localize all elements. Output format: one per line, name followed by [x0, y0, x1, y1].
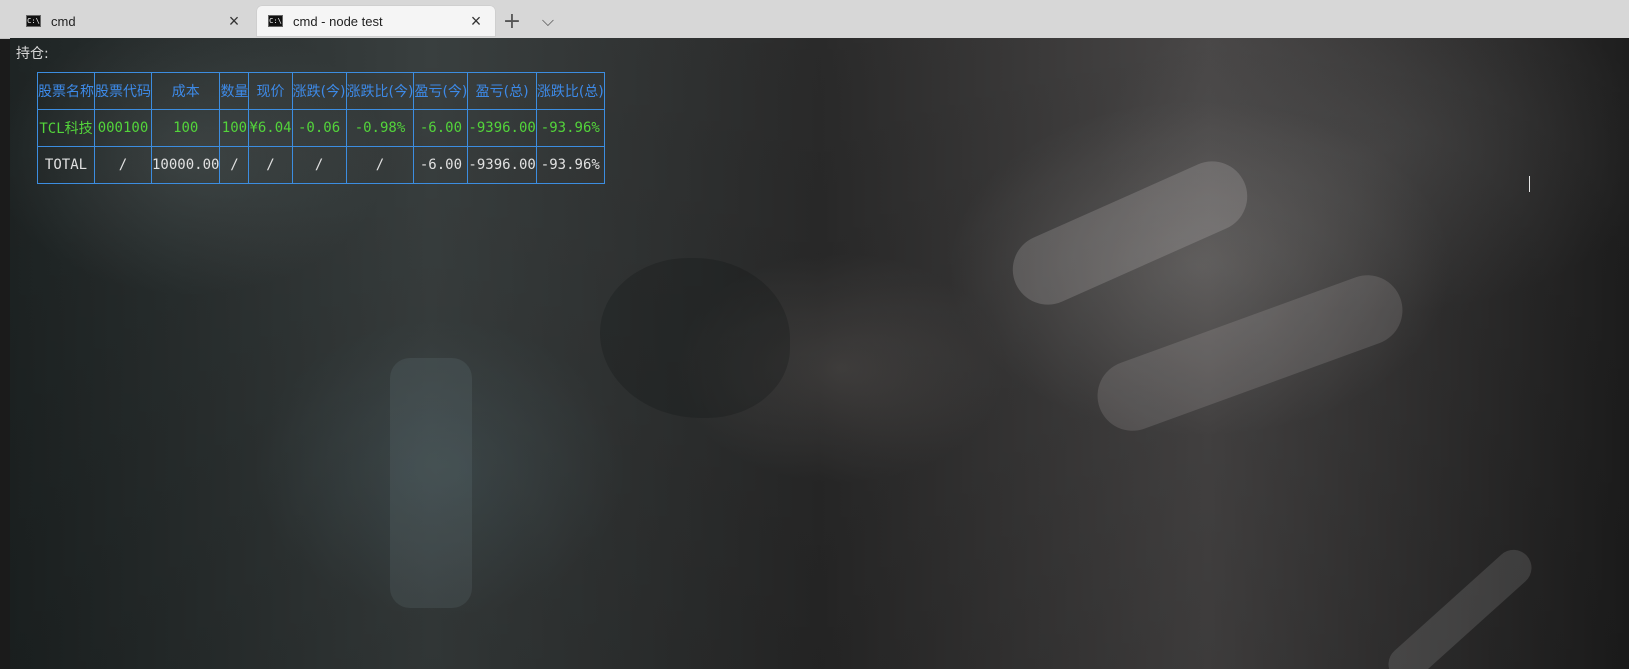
table-row: TCL科技 000100 100 100 ¥6.04 -0.06 -0.98% … [37, 109, 605, 147]
table-cell: / [94, 146, 152, 184]
terminal-window: C:\ cmd × C:\ cmd - node test × + ⌵ 持仓: [0, 0, 1629, 669]
table-cell: -9396.00 [467, 146, 537, 184]
table-cell: 100 [150, 109, 221, 147]
background-artwork [1001, 150, 1259, 316]
table-cell: TOTAL [37, 146, 95, 184]
table-header-cell: 涨跌(今) [291, 72, 347, 110]
table-cell: 000100 [94, 109, 152, 147]
background-artwork [1381, 542, 1539, 669]
table-header-cell: 涨跌比(总) [535, 72, 605, 110]
close-icon[interactable]: × [468, 12, 484, 30]
table-header-cell: 盈亏(今) [413, 72, 469, 110]
table-cell: -93.96% [535, 146, 605, 184]
background-artwork [390, 358, 472, 608]
table-row: TOTAL / 10000.00 / / / / -6.00 -9396.00 … [37, 146, 605, 184]
terminal-output: 持仓: 股票名称 股票代码 成本 数量 现价 涨跌(今) 涨跌比(今) 盈亏(今… [16, 45, 605, 184]
table-cell: -9396.00 [467, 109, 537, 147]
close-icon[interactable]: × [226, 12, 242, 30]
tab-dropdown-button[interactable]: ⌵ [536, 9, 560, 33]
table-cell: -6.00 [413, 146, 469, 184]
tab-cmd[interactable]: C:\ cmd × [14, 5, 254, 37]
table-header-cell: 股票代码 [94, 72, 152, 110]
terminal-pane[interactable]: 持仓: 股票名称 股票代码 成本 数量 现价 涨跌(今) 涨跌比(今) 盈亏(今… [10, 38, 1629, 669]
table-cell: -0.06 [291, 109, 347, 147]
table-cell: -93.96% [535, 109, 605, 147]
table-header-cell: 涨跌比(今) [345, 72, 415, 110]
table-header-cell: 盈亏(总) [467, 72, 537, 110]
table-cell: / [291, 146, 347, 184]
table-cell: / [219, 146, 250, 184]
holdings-table: 股票名称 股票代码 成本 数量 现价 涨跌(今) 涨跌比(今) 盈亏(今) 盈亏… [37, 72, 605, 184]
new-tab-button[interactable]: + [500, 9, 524, 34]
cmd-icon: C:\ [268, 15, 283, 27]
table-cell: 10000.00 [150, 146, 221, 184]
table-header-row: 股票名称 股票代码 成本 数量 现价 涨跌(今) 涨跌比(今) 盈亏(今) 盈亏… [37, 72, 605, 110]
table-header-cell: 数量 [219, 72, 250, 110]
tab-title: cmd - node test [293, 13, 383, 29]
table-cell: / [345, 146, 415, 184]
background-artwork [600, 258, 790, 418]
table-cell: -0.98% [345, 109, 415, 147]
table-header-cell: 股票名称 [37, 72, 95, 110]
table-cell: -6.00 [413, 109, 469, 147]
table-cell: TCL科技 [37, 109, 95, 147]
tab-title: cmd [51, 13, 76, 29]
table-cell: 100 [219, 109, 250, 147]
table-cell: ¥6.04 [248, 109, 293, 147]
text-cursor [1529, 176, 1530, 192]
background-artwork [1087, 265, 1413, 441]
tab-bar: C:\ cmd × C:\ cmd - node test × + ⌵ [0, 0, 1629, 39]
table-header-cell: 成本 [150, 72, 221, 110]
table-cell: / [248, 146, 293, 184]
tab-cmd-node-test[interactable]: C:\ cmd - node test × [256, 5, 496, 37]
cmd-icon: C:\ [26, 15, 41, 27]
holdings-label: 持仓: [16, 46, 49, 62]
table-header-cell: 现价 [248, 72, 293, 110]
